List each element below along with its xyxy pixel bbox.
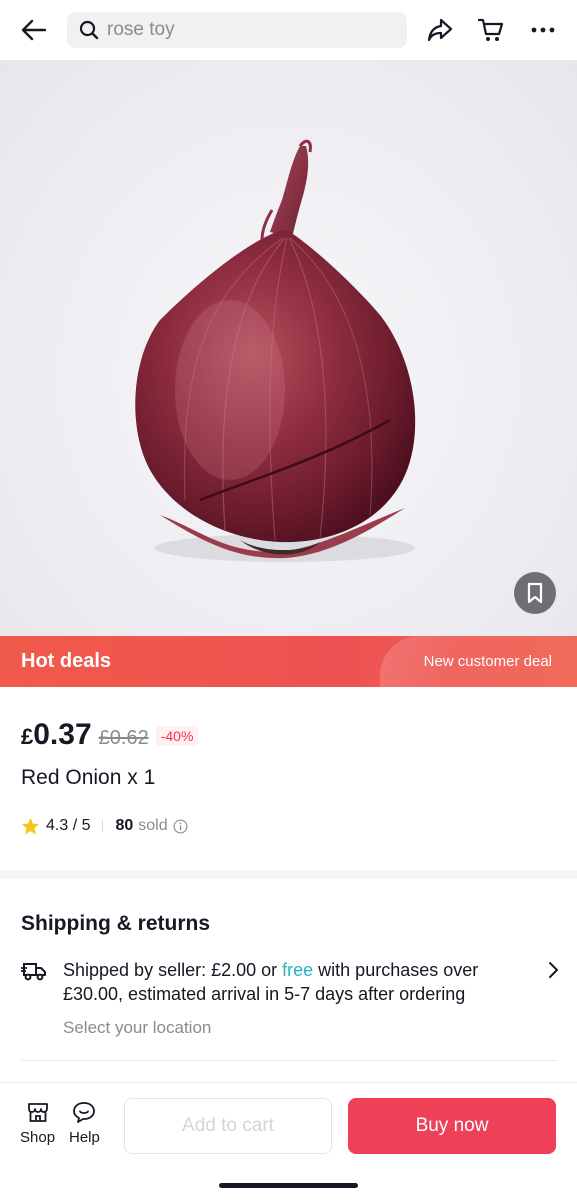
currency-symbol: £ [21, 724, 34, 749]
search-icon [79, 20, 99, 40]
red-onion-illustration [135, 139, 416, 562]
shipping-description: Shipped by seller: £2.00 or free with pu… [63, 958, 513, 1006]
info-icon[interactable] [173, 819, 188, 834]
back-button[interactable] [14, 12, 54, 48]
bookmark-icon [527, 582, 543, 604]
search-bar[interactable] [67, 12, 407, 48]
shop-label: Shop [20, 1129, 56, 1146]
chevron-right-icon [549, 962, 558, 978]
section-divider [0, 870, 577, 879]
product-image[interactable] [0, 60, 577, 636]
bottom-action-bar: Shop Help Add to cart Buy now [0, 1082, 577, 1200]
help-icon [73, 1102, 96, 1123]
hot-deals-banner[interactable]: Hot deals New customer deal [0, 636, 577, 687]
arrow-left-icon [21, 19, 47, 41]
product-title: Red Onion x 1 [21, 766, 156, 789]
cart-icon [478, 18, 504, 41]
shipping-divider [21, 1060, 557, 1061]
search-input[interactable] [107, 19, 387, 41]
cart-button[interactable] [473, 12, 509, 48]
save-button[interactable] [514, 572, 556, 614]
top-bar [0, 0, 577, 60]
sold-count: 80 [115, 817, 134, 834]
more-icon [531, 27, 555, 33]
home-indicator[interactable] [219, 1183, 358, 1188]
help-button[interactable]: Help [69, 1101, 100, 1146]
buy-now-button[interactable]: Buy now [348, 1098, 556, 1154]
share-button[interactable] [422, 12, 458, 48]
discount-badge: -40% [155, 726, 199, 746]
shipping-text-before: Shipped by seller: £2.00 or [63, 960, 283, 980]
add-to-cart-button[interactable]: Add to cart [124, 1098, 332, 1154]
rating-row[interactable]: 4.3 / 5 80 sold [21, 817, 188, 835]
free-shipping-label: free [282, 960, 314, 980]
original-price: £0.62 [98, 727, 149, 749]
shop-icon [27, 1103, 48, 1122]
new-customer-deal-label: New customer deal [423, 653, 552, 670]
truck-icon [21, 963, 46, 981]
sold-label: sold [138, 817, 168, 834]
select-location-link[interactable]: Select your location [63, 1018, 211, 1038]
current-price: 0.37 [33, 718, 92, 751]
more-button[interactable] [525, 12, 561, 48]
shop-button[interactable]: Shop [20, 1101, 55, 1146]
rating-separator [102, 820, 104, 832]
shipping-title: Shipping & returns [21, 912, 210, 935]
help-label: Help [69, 1129, 100, 1146]
rating-value: 4.3 / 5 [46, 817, 91, 834]
star-icon [21, 817, 40, 835]
share-icon [427, 18, 453, 42]
hot-deals-title: Hot deals [21, 650, 112, 672]
price-row: £ 0.37 £0.62 -40% [21, 718, 199, 754]
